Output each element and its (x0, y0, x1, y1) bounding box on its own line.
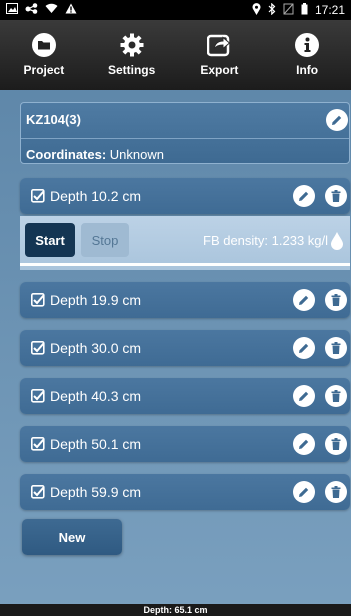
checkbox-checked-icon[interactable] (31, 293, 45, 307)
trash-icon (331, 294, 341, 306)
pencil-icon (332, 115, 342, 125)
delete-depth-button[interactable] (325, 289, 347, 311)
pencil-icon (299, 391, 309, 401)
folder-icon (31, 33, 56, 57)
export-label: Export (200, 63, 239, 77)
export-button[interactable]: Export (176, 20, 264, 90)
drop-icon (331, 232, 343, 250)
project-button[interactable]: Project (0, 20, 88, 90)
site-card: KZ104(3) Coordinates: Unknown (20, 102, 350, 164)
delete-depth-button[interactable] (325, 385, 347, 407)
info-button[interactable]: Info (263, 20, 351, 90)
start-button[interactable]: Start (25, 223, 75, 257)
settings-label: Settings (107, 63, 156, 77)
depth-row[interactable]: Depth 50.1 cm (20, 426, 350, 462)
checkbox-checked-icon[interactable] (31, 341, 45, 355)
pencil-icon (299, 191, 309, 201)
site-name: KZ104(3) (26, 112, 81, 127)
trash-icon (331, 342, 341, 354)
delete-depth-button[interactable] (325, 337, 347, 359)
depth-label: Depth 10.2 cm (50, 188, 142, 204)
stop-button[interactable]: Stop (81, 223, 129, 257)
edit-depth-button[interactable] (293, 289, 315, 311)
checkbox-checked-icon[interactable] (31, 437, 45, 451)
depth-row[interactable]: Depth 19.9 cm (20, 282, 350, 318)
main-toolbar: Project Settings Export Info (0, 20, 351, 90)
no-sim-icon (283, 3, 294, 18)
trash-icon (331, 390, 341, 402)
depth-label: Depth 59.9 cm (50, 484, 142, 500)
checkbox-checked-icon[interactable] (31, 389, 45, 403)
trash-icon (331, 486, 341, 498)
settings-button[interactable]: Settings (88, 20, 176, 90)
battery-icon (301, 2, 308, 18)
gear-icon (120, 33, 144, 57)
wifi-icon (45, 3, 58, 17)
depth-row[interactable]: Depth 30.0 cm (20, 330, 350, 366)
share-icon (25, 3, 38, 17)
status-bar: 17:21 (0, 0, 351, 20)
pencil-icon (299, 343, 309, 353)
clock: 17:21 (314, 3, 345, 17)
depth-row[interactable]: Depth 59.9 cm (20, 474, 350, 510)
coordinates-value: Unknown (109, 147, 164, 162)
progress-bar (20, 263, 350, 266)
trash-icon (331, 438, 341, 450)
edit-depth-button[interactable] (293, 433, 315, 455)
depth-label: Depth 19.9 cm (50, 292, 142, 308)
coordinates-label: Coordinates: (26, 147, 107, 162)
pencil-icon (299, 487, 309, 497)
gallery-icon (6, 3, 18, 17)
delete-depth-button[interactable] (325, 185, 347, 207)
edit-site-button[interactable] (326, 109, 348, 131)
depth-label: Depth 40.3 cm (50, 388, 142, 404)
depth-footer: Depth: 65.1 cm (0, 604, 351, 616)
warning-icon (65, 3, 77, 17)
depth-row[interactable]: Depth 40.3 cm (20, 378, 350, 414)
edit-depth-button[interactable] (293, 337, 315, 359)
edit-depth-button[interactable] (293, 481, 315, 503)
location-icon (252, 2, 261, 18)
bluetooth-icon (268, 2, 276, 18)
checkbox-checked-icon[interactable] (31, 189, 45, 203)
export-icon (207, 33, 231, 57)
depth-label: Depth 50.1 cm (50, 436, 142, 452)
edit-depth-button[interactable] (293, 385, 315, 407)
divider (21, 138, 349, 139)
new-depth-button[interactable]: New (22, 519, 122, 555)
delete-depth-button[interactable] (325, 433, 347, 455)
trash-icon (331, 190, 341, 202)
edit-depth-button[interactable] (293, 185, 315, 207)
pencil-icon (299, 439, 309, 449)
delete-depth-button[interactable] (325, 481, 347, 503)
depth-row[interactable]: Depth 10.2 cm (20, 178, 350, 214)
checkbox-checked-icon[interactable] (31, 485, 45, 499)
measurement-panel: Start Stop FB density: 1.233 kg/l (20, 216, 350, 270)
pencil-icon (299, 295, 309, 305)
info-label: Info (296, 63, 319, 77)
density-readout: FB density: 1.233 kg/l (203, 233, 329, 248)
depth-label: Depth 30.0 cm (50, 340, 142, 356)
coordinates-text: Coordinates: Unknown (26, 147, 164, 162)
project-label: Project (23, 63, 65, 77)
info-icon (295, 33, 320, 57)
